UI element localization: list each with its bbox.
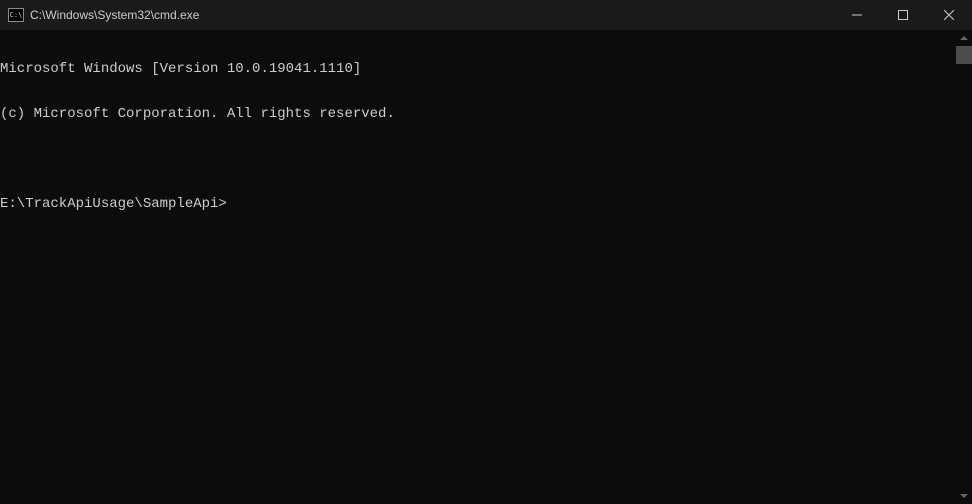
terminal-content: Microsoft Windows [Version 10.0.19041.11…: [0, 30, 972, 242]
close-button[interactable]: [926, 0, 972, 30]
scrollbar-thumb[interactable]: [956, 46, 972, 64]
maximize-button[interactable]: [880, 0, 926, 30]
window-title: C:\Windows\System32\cmd.exe: [30, 8, 834, 22]
close-icon: [944, 10, 954, 20]
terminal-line: Microsoft Windows [Version 10.0.19041.11…: [0, 62, 972, 77]
terminal-line: (c) Microsoft Corporation. All rights re…: [0, 107, 972, 122]
window-controls: [834, 0, 972, 30]
window-titlebar[interactable]: C:\ C:\Windows\System32\cmd.exe: [0, 0, 972, 30]
terminal-prompt: E:\TrackApiUsage\SampleApi>: [0, 197, 972, 212]
maximize-icon: [898, 10, 908, 20]
cmd-icon: C:\: [8, 8, 24, 22]
minimize-button[interactable]: [834, 0, 880, 30]
scrollbar-down-arrow-icon[interactable]: [956, 488, 972, 504]
terminal-line: [0, 152, 972, 167]
scrollbar-track[interactable]: [956, 30, 972, 504]
scrollbar-up-arrow-icon[interactable]: [956, 30, 972, 46]
terminal-body[interactable]: Microsoft Windows [Version 10.0.19041.11…: [0, 30, 972, 504]
minimize-icon: [852, 10, 862, 20]
